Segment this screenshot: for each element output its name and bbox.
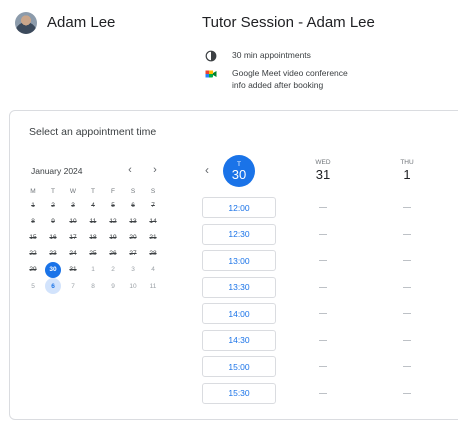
- time-slot-button[interactable]: 13:30: [202, 276, 276, 298]
- day-header-selected[interactable]: T 30: [223, 155, 255, 187]
- unavailable-slot-thu: [403, 339, 411, 341]
- calendar-day-future: 2: [111, 266, 115, 274]
- session-title: Tutor Session - Adam Lee: [202, 14, 375, 31]
- conference-line-2: info added after booking: [232, 80, 324, 90]
- unavailable-slot-wed: [319, 233, 327, 235]
- calendar-day-past: 23: [49, 250, 57, 258]
- day-header-number: 31: [315, 167, 331, 182]
- calendar-day-future: 1: [91, 266, 95, 274]
- duration-text: 30 min appointments: [232, 50, 311, 60]
- calendar-day-avail[interactable]: 6: [45, 278, 61, 294]
- calendar-day-past: 3: [71, 201, 75, 209]
- prev-month-button[interactable]: ‹: [123, 163, 137, 177]
- panel-heading: Select an appointment time: [29, 126, 157, 138]
- prev-week-button[interactable]: ‹: [200, 163, 214, 177]
- google-meet-icon: [205, 70, 217, 78]
- calendar-day-past: 6: [131, 201, 135, 209]
- time-slot-button[interactable]: 14:30: [202, 329, 276, 351]
- time-slot-button[interactable]: 15:00: [202, 356, 276, 377]
- time-slot-button[interactable]: 15:30: [202, 382, 276, 404]
- unavailable-slot-thu: [403, 392, 411, 394]
- host-name: Adam Lee: [47, 14, 116, 31]
- timer-icon: [205, 50, 217, 62]
- time-slot-button[interactable]: 12:00: [202, 197, 276, 218]
- calendar-day-past: 4: [91, 201, 95, 209]
- calendar-day-past: 5: [111, 201, 115, 209]
- conference-text: Google Meet video conference info added …: [232, 67, 348, 91]
- day-header-number: 30: [231, 167, 247, 182]
- day-header-thu[interactable]: THU 1: [387, 159, 427, 182]
- calendar-day-future: 11: [149, 282, 157, 290]
- conference-line-1: Google Meet video conference: [232, 68, 348, 78]
- day-header-dow: WED: [315, 159, 331, 166]
- calendar-day-past: 25: [89, 250, 97, 258]
- unavailable-slot-wed: [319, 339, 327, 341]
- next-month-button[interactable]: ›: [148, 163, 162, 177]
- day-header-number: 1: [403, 167, 411, 182]
- unavailable-slot-thu: [403, 260, 411, 261]
- time-slot-button[interactable]: 12:30: [202, 223, 276, 245]
- calendar-day-past: 28: [149, 250, 157, 258]
- calendar-day-future: 4: [151, 266, 155, 274]
- unavailable-slot-thu: [403, 313, 411, 314]
- calendar-day-future: 10: [129, 282, 137, 290]
- unavailable-slot-thu: [403, 366, 411, 367]
- time-slot-button[interactable]: 14:00: [202, 303, 276, 324]
- calendar-day-past: 29: [29, 266, 37, 274]
- calendar-day-past: 24: [69, 250, 77, 258]
- calendar-day-past: 31: [69, 266, 77, 274]
- unavailable-slot-thu: [403, 233, 411, 235]
- day-header-wed[interactable]: WED 31: [303, 159, 343, 182]
- unavailable-slot-wed: [319, 286, 327, 288]
- conference-row: Google Meet video conference info added …: [205, 67, 348, 91]
- unavailable-slot-wed: [319, 260, 327, 261]
- time-slot-button[interactable]: 13:00: [202, 250, 276, 271]
- calendar-day-past: 27: [129, 250, 137, 258]
- unavailable-slot-thu: [403, 286, 411, 288]
- unavailable-slot-wed: [319, 392, 327, 394]
- calendar-day-past: 7: [151, 201, 155, 209]
- calendar-day-past: 22: [29, 250, 37, 258]
- calendar-day-today[interactable]: 30: [45, 261, 61, 278]
- day-header-dow: THU: [400, 159, 414, 166]
- calendar-day-future: 3: [131, 266, 135, 274]
- calendar-day-past: 1: [31, 201, 35, 209]
- calendar-day-past: 26: [109, 250, 117, 258]
- duration-row: 30 min appointments: [205, 49, 311, 62]
- unavailable-slot-wed: [319, 313, 327, 314]
- month-label: January 2024: [31, 166, 83, 176]
- calendar-day-past: 2: [51, 201, 55, 209]
- calendar-day-future: 7: [71, 282, 75, 290]
- calendar-day-future: 5: [31, 282, 35, 290]
- calendar-day-future: 9: [111, 282, 115, 290]
- unavailable-slot-thu: [403, 207, 411, 208]
- unavailable-slot-wed: [319, 207, 327, 208]
- unavailable-slot-wed: [319, 366, 327, 367]
- host-avatar: [15, 12, 37, 34]
- calendar-day-future: 8: [91, 282, 95, 290]
